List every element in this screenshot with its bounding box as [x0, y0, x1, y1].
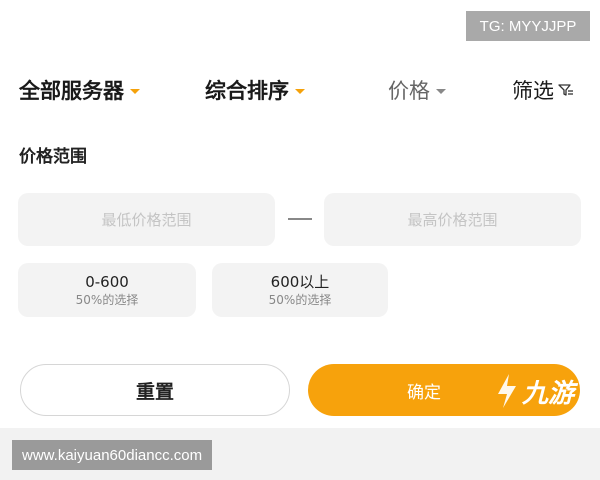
chip-subtitle: 50%的选择: [75, 293, 139, 307]
price-chip-0-600[interactable]: 0-600 50%的选择: [18, 263, 196, 317]
tab-price[interactable]: 价格: [388, 74, 446, 106]
caret-down-icon: [130, 88, 140, 94]
tab-all-servers[interactable]: 全部服务器: [19, 74, 140, 106]
price-range-title: 价格范围: [19, 147, 87, 167]
chip-value: 0-600: [85, 273, 129, 291]
tab-sort[interactable]: 综合排序: [205, 74, 305, 106]
confirm-label: 确定: [407, 382, 441, 403]
max-price-placeholder: 最高价格范围: [407, 211, 498, 229]
confirm-button[interactable]: 确定 九游: [308, 364, 580, 416]
tab-filter[interactable]: 筛选: [512, 74, 574, 106]
tab-label: 全部服务器: [19, 79, 124, 103]
watermark-url: www.kaiyuan60diancc.com: [12, 440, 213, 470]
min-price-input[interactable]: 最低价格范围: [18, 193, 275, 246]
tab-label: 价格: [388, 79, 430, 103]
reset-button[interactable]: 重置: [20, 364, 290, 416]
caret-down-icon: [295, 88, 305, 94]
price-chip-600-plus[interactable]: 600以上 50%的选择: [212, 263, 388, 317]
max-price-input[interactable]: 最高价格范围: [324, 193, 581, 246]
chip-value: 600以上: [270, 273, 330, 291]
logo-text: 九游: [521, 378, 574, 409]
logo-mark-icon: [497, 374, 516, 408]
watermark-tag: TG: MYYJJPP: [466, 11, 590, 41]
filter-icon: [558, 84, 573, 96]
min-price-placeholder: 最低价格范围: [101, 211, 192, 229]
tab-label: 综合排序: [205, 79, 289, 103]
caret-down-icon: [436, 88, 446, 94]
range-separator: [288, 218, 312, 220]
logo: 九游: [494, 371, 574, 411]
reset-label: 重置: [135, 380, 174, 403]
tab-label: 筛选: [512, 79, 554, 103]
chip-subtitle: 50%的选择: [268, 293, 332, 307]
